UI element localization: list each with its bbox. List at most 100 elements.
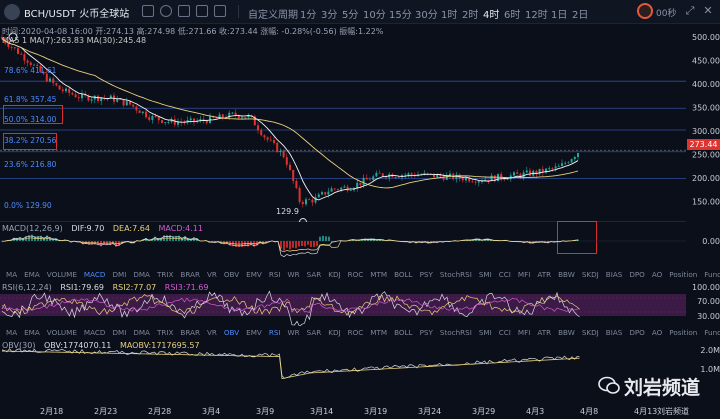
- indicator-tab-roc[interactable]: ROC: [348, 270, 364, 279]
- indicator-tab-bias[interactable]: BIAS: [606, 270, 623, 279]
- indicator-tab-boll[interactable]: BOLL: [394, 270, 412, 279]
- indicator-tab-dma[interactable]: DMA: [133, 328, 150, 337]
- indicator-tab-atr[interactable]: ATR: [537, 270, 551, 279]
- indicator-tab-sar[interactable]: SAR: [307, 328, 322, 337]
- indicator-tab-psy[interactable]: PSY: [420, 328, 433, 337]
- indicator-tab-fundflow[interactable]: Fundflow: [704, 328, 720, 337]
- indicator-tab-bbw[interactable]: BBW: [558, 328, 575, 337]
- indicator-tab-skdj[interactable]: SKDJ: [582, 270, 599, 279]
- rsi-chart[interactable]: [0, 280, 686, 326]
- period-12[interactable]: 2日: [572, 6, 588, 21]
- indicator-tab-rsi[interactable]: RSI: [269, 328, 281, 337]
- indicator-tab-obv[interactable]: OBV: [224, 328, 239, 337]
- indicator-tab-macd[interactable]: MACD: [84, 270, 106, 279]
- indicator-tab-psy[interactable]: PSY: [420, 270, 433, 279]
- indicator-tab-cci[interactable]: CCI: [499, 328, 511, 337]
- indicator-tab-wr[interactable]: WR: [288, 270, 300, 279]
- date-label: 3月14: [310, 407, 334, 416]
- indicator-tab-ema[interactable]: EMA: [24, 270, 40, 279]
- indicator-tab-volume[interactable]: VOLUME: [47, 270, 77, 279]
- indicator-tab-obv[interactable]: OBV: [224, 270, 239, 279]
- expand-icon[interactable]: ⤢: [684, 5, 696, 17]
- indicator-tab-sar[interactable]: SAR: [307, 270, 322, 279]
- close-icon[interactable]: ✕: [702, 5, 714, 17]
- indicator-tab-mtm[interactable]: MTM: [370, 270, 387, 279]
- candle: [365, 177, 368, 180]
- candle: [55, 83, 58, 86]
- settings-icon[interactable]: [178, 5, 190, 17]
- period-2[interactable]: 5分: [342, 6, 358, 21]
- indicator-tab-bias[interactable]: BIAS: [606, 328, 623, 337]
- custom-period-button[interactable]: 自定义周期: [248, 6, 298, 21]
- indicator-tab-mfi[interactable]: MFI: [518, 270, 530, 279]
- macd-chart[interactable]: [0, 222, 686, 268]
- chart-type-icon[interactable]: [142, 5, 154, 17]
- indicator-tab-ma[interactable]: MA: [6, 328, 17, 337]
- indicator-tab-kdj[interactable]: KDJ: [328, 270, 340, 279]
- indicator-tab-dpo[interactable]: DPO: [629, 270, 645, 279]
- period-6[interactable]: 1时: [441, 6, 457, 21]
- indicator-tab-bbw[interactable]: BBW: [558, 270, 575, 279]
- indicator-tab-vr[interactable]: VR: [207, 328, 217, 337]
- candle: [577, 153, 579, 157]
- indicator-tab-position[interactable]: Position: [669, 328, 697, 337]
- indicator-tab-ema[interactable]: EMA: [24, 328, 40, 337]
- macd-bar: [313, 241, 315, 247]
- period-10[interactable]: 12时: [525, 6, 548, 21]
- period-3[interactable]: 10分: [363, 6, 386, 21]
- candle: [49, 78, 51, 82]
- compare-icon[interactable]: [160, 5, 172, 17]
- indicator-tab-brar[interactable]: BRAR: [180, 328, 200, 337]
- indicator-tab-dma[interactable]: DMA: [133, 270, 150, 279]
- indicator-tab-ao[interactable]: AO: [652, 328, 662, 337]
- indicator-tab-boll[interactable]: BOLL: [394, 328, 412, 337]
- indicator-tab-rsi[interactable]: RSI: [269, 270, 281, 279]
- indicator-tab-trix[interactable]: TRIX: [157, 328, 173, 337]
- indicator-tab-skdj[interactable]: SKDJ: [582, 328, 599, 337]
- indicator-icon[interactable]: [196, 5, 208, 17]
- indicator-tab-dmi[interactable]: DMI: [112, 328, 126, 337]
- indicator-tab-fundflow[interactable]: Fundflow: [704, 270, 720, 279]
- indicator-tab-vr[interactable]: VR: [207, 270, 217, 279]
- indicator-tab-kdj[interactable]: KDJ: [328, 328, 340, 337]
- candle: [145, 111, 147, 118]
- indicator-tab-dpo[interactable]: DPO: [629, 328, 645, 337]
- indicator-tab-roc[interactable]: ROC: [348, 328, 364, 337]
- indicator-tab-ao[interactable]: AO: [652, 270, 662, 279]
- candle: [343, 186, 346, 188]
- obv-chart[interactable]: [0, 338, 686, 404]
- period-11[interactable]: 1日: [551, 6, 567, 21]
- period-1[interactable]: 3分: [321, 6, 337, 21]
- indicator-tab-macd[interactable]: MACD: [84, 328, 106, 337]
- period-0[interactable]: 1分: [300, 6, 316, 21]
- indicator-tab-volume[interactable]: VOLUME: [47, 328, 77, 337]
- period-7[interactable]: 2时: [462, 6, 478, 21]
- period-4[interactable]: 15分: [389, 6, 412, 21]
- indicator-tab-mfi[interactable]: MFI: [518, 328, 530, 337]
- indicator-tab-smi[interactable]: SMI: [479, 328, 492, 337]
- period-9[interactable]: 6时: [504, 6, 520, 21]
- indicator-tab-position[interactable]: Position: [669, 270, 697, 279]
- drawing-icon[interactable]: [214, 5, 226, 17]
- indicator-tab-trix[interactable]: TRIX: [157, 270, 173, 279]
- fib-label: 61.8% 357.45: [4, 95, 57, 104]
- indicator-tab-stochrsi[interactable]: StochRSI: [440, 328, 472, 337]
- indicator-tab-ma[interactable]: MA: [6, 270, 17, 279]
- indicator-tab-stochrsi[interactable]: StochRSI: [440, 270, 472, 279]
- indicator-tab-emv[interactable]: EMV: [246, 328, 262, 337]
- indicator-tab-smi[interactable]: SMI: [479, 270, 492, 279]
- indicator-tab-atr[interactable]: ATR: [537, 328, 551, 337]
- candle: [58, 85, 61, 90]
- period-8[interactable]: 4时: [483, 6, 499, 21]
- indicator-tab-emv[interactable]: EMV: [246, 270, 262, 279]
- obv-axis-2m: 2.0M: [700, 346, 720, 355]
- indicator-tab-mtm[interactable]: MTM: [370, 328, 387, 337]
- indicator-tab-wr[interactable]: WR: [288, 328, 300, 337]
- macd-bar: [283, 241, 285, 251]
- pair-title[interactable]: BCH/USDT 火币全球站: [24, 5, 129, 20]
- indicator-tab-cci[interactable]: CCI: [499, 270, 511, 279]
- candlestick-chart[interactable]: [0, 24, 686, 222]
- indicator-tab-dmi[interactable]: DMI: [112, 270, 126, 279]
- period-5[interactable]: 30分: [415, 6, 438, 21]
- indicator-tab-brar[interactable]: BRAR: [180, 270, 200, 279]
